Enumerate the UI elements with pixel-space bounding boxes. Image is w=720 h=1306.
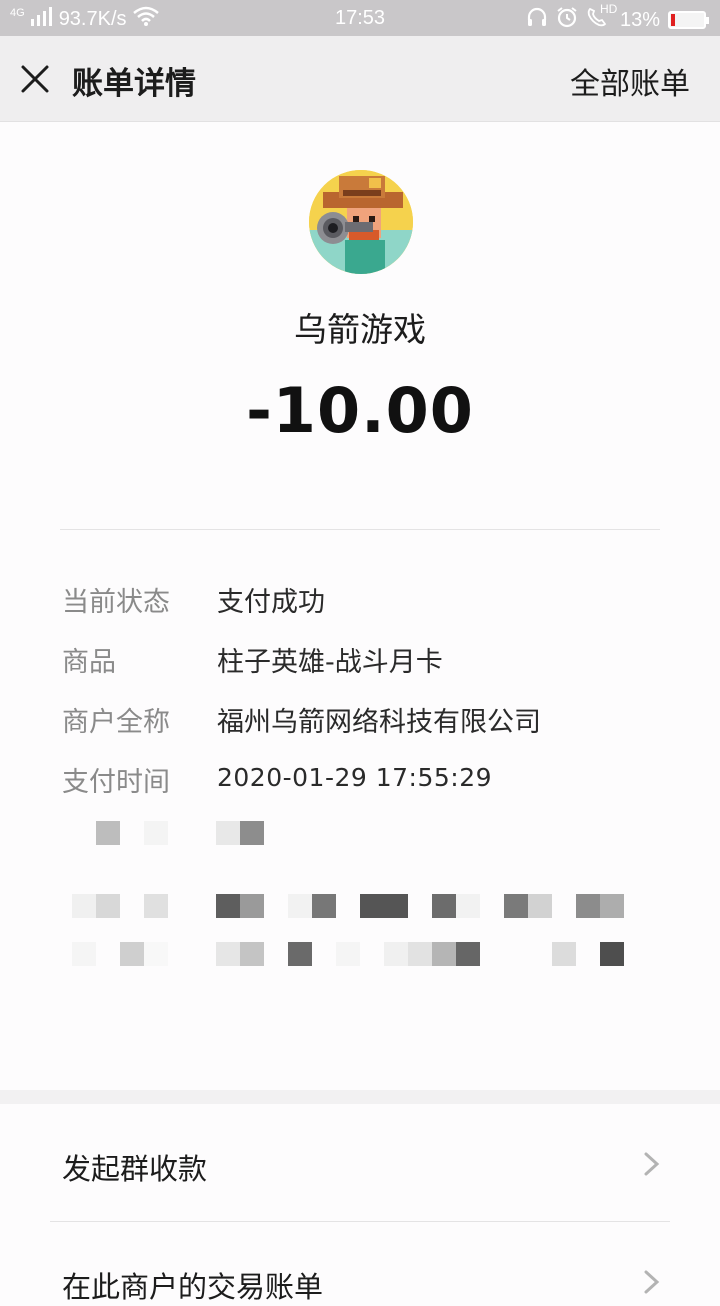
chevron-right-icon xyxy=(642,1150,662,1178)
censor-block xyxy=(432,942,456,966)
censor-block xyxy=(456,942,480,966)
status-bar: 4G 93.7K/s 17:53 HD 13% xyxy=(0,0,720,36)
censor-block xyxy=(600,942,624,966)
censor-block xyxy=(240,942,264,966)
censor-block xyxy=(96,821,120,845)
divider xyxy=(60,529,660,530)
censor-block xyxy=(432,894,456,918)
section-separator xyxy=(0,1090,720,1104)
censor-block xyxy=(288,942,312,966)
merchant-name: 乌箭游戏 xyxy=(294,310,426,349)
censor-block xyxy=(552,942,576,966)
censor-block xyxy=(240,821,264,845)
censor-block xyxy=(288,894,312,918)
headset-icon xyxy=(526,6,548,34)
censor-block xyxy=(336,942,360,966)
battery-level xyxy=(671,14,675,26)
censor-block xyxy=(576,894,600,918)
censor-block xyxy=(600,894,624,918)
censor-block xyxy=(120,942,144,966)
detail-value: 福州乌箭网络科技有限公司 xyxy=(217,707,541,738)
censor-block xyxy=(240,894,264,918)
censor-block xyxy=(144,894,168,918)
hd-call-icon: HD xyxy=(586,2,617,34)
close-icon[interactable] xyxy=(18,62,52,96)
censor-block xyxy=(72,894,96,918)
chevron-right-icon xyxy=(642,1268,662,1296)
censor-block xyxy=(216,894,240,918)
censor-block xyxy=(408,942,432,966)
page-title: 账单详情 xyxy=(72,66,196,102)
detail-label: 商户全称 xyxy=(62,707,170,738)
censor-block xyxy=(144,942,168,966)
detail-value: 支付成功 xyxy=(217,587,325,618)
nav-bar: 账单详情 全部账单 xyxy=(0,36,720,122)
menu-item-label: 发起群收款 xyxy=(62,1152,208,1186)
merchant-avatar xyxy=(309,170,413,274)
menu-item-merchant-bills[interactable]: 在此商户的交易账单 xyxy=(0,1222,720,1304)
censor-block xyxy=(96,894,120,918)
censor-block xyxy=(312,894,336,918)
hd-label: HD xyxy=(599,2,618,16)
status-right: HD 13% xyxy=(526,2,709,34)
censor-block xyxy=(504,894,528,918)
detail-value: 柱子英雄-战斗月卡 xyxy=(217,647,443,678)
censor-block xyxy=(456,894,480,918)
detail-value: 2020-01-29 17:55:29 xyxy=(217,763,493,792)
detail-label: 商品 xyxy=(62,647,116,678)
censor-block xyxy=(384,942,408,966)
censor-block xyxy=(216,821,240,845)
battery-icon xyxy=(668,11,709,29)
censor-block xyxy=(216,942,240,966)
detail-label: 当前状态 xyxy=(62,587,170,618)
battery-percent: 13% xyxy=(619,8,660,31)
all-bills-button[interactable]: 全部账单 xyxy=(570,59,690,103)
alarm-icon xyxy=(556,6,578,34)
censor-block xyxy=(144,821,168,845)
menu-item-label: 在此商户的交易账单 xyxy=(62,1270,324,1304)
censor-block xyxy=(72,942,96,966)
menu-item-group-collection[interactable]: 发起群收款 xyxy=(0,1104,720,1221)
detail-label: 支付时间 xyxy=(62,767,170,798)
censor-block xyxy=(528,894,552,918)
censor-block xyxy=(360,894,408,918)
payment-amount: -10.00 xyxy=(246,374,474,447)
